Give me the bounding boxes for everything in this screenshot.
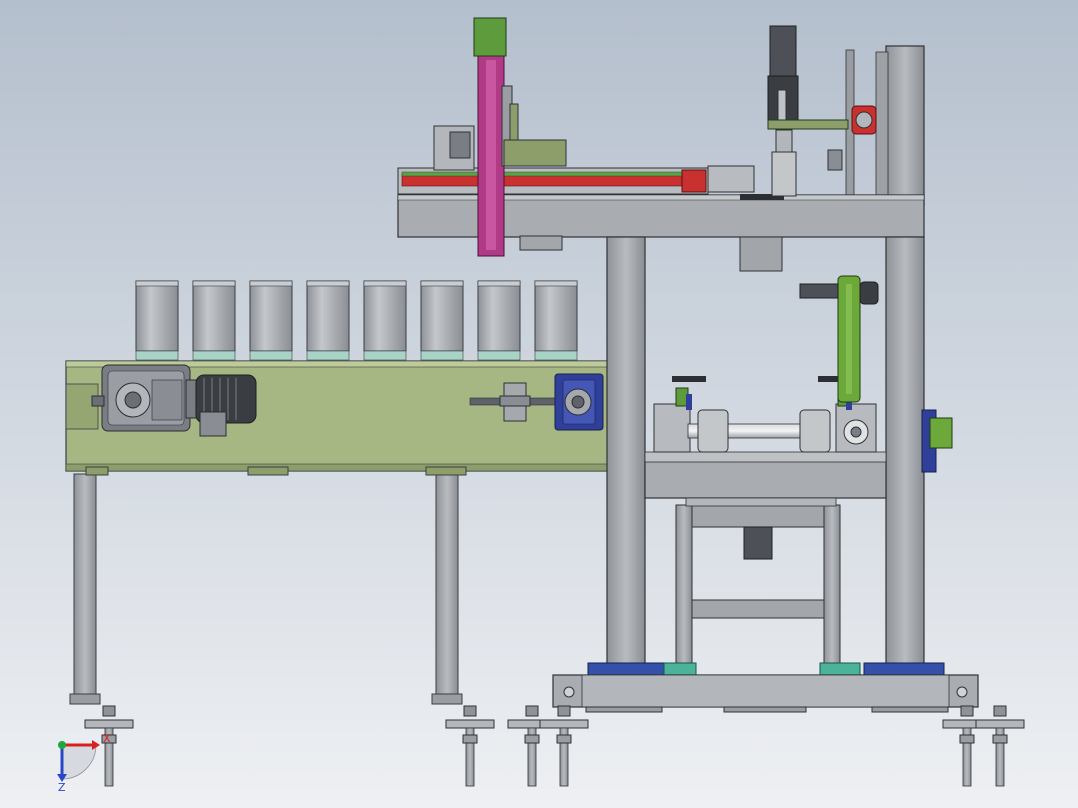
conveyor-leg-right: [435, 473, 459, 701]
cup: [249, 280, 293, 361]
conveyor-leg-left: [73, 473, 97, 701]
cup: [363, 280, 407, 361]
triad-y-axis: [58, 741, 66, 749]
cup: [534, 280, 578, 361]
cup: [306, 280, 350, 361]
conveyor-gearbox: [91, 364, 191, 432]
cup: [135, 280, 179, 361]
frame-post-right: [885, 236, 925, 668]
triad-x-label: X: [103, 732, 111, 745]
frame-post-left: [606, 236, 646, 668]
cup: [192, 280, 236, 361]
rear-tall-post: [885, 45, 925, 207]
middle-crossbeam: [644, 459, 887, 499]
cup: [477, 280, 521, 361]
conveyor-bearing-block: [554, 373, 604, 431]
cad-viewport[interactable]: X Z: [0, 0, 1078, 808]
triad-z-label: Z: [58, 781, 66, 794]
cup: [420, 280, 464, 361]
top-beam: [397, 194, 925, 238]
